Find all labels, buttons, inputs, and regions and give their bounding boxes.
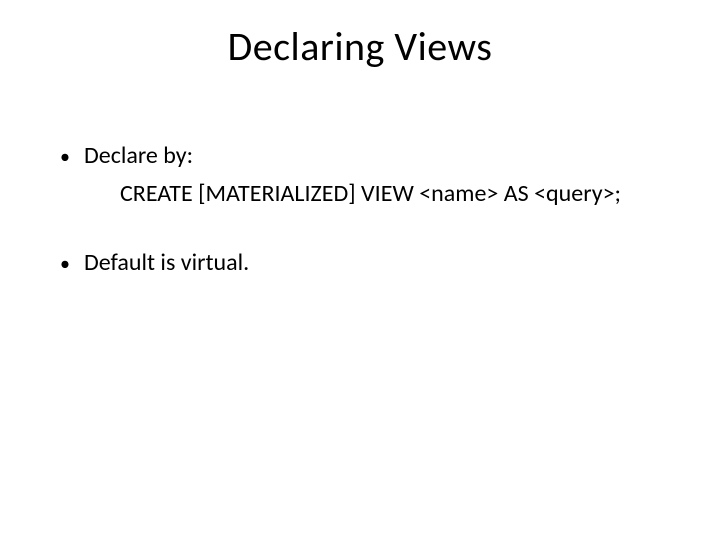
bullet-text: Default is virtual. [84, 247, 680, 279]
slide-title: Declaring Views [0, 22, 720, 71]
spacer [60, 217, 680, 247]
bullet-text: Declare by: [84, 140, 680, 172]
bullet-icon [60, 247, 84, 279]
bullet-item: Declare by: [60, 140, 680, 172]
bullet-item: Default is virtual. [60, 247, 680, 279]
slide: Declaring Views Declare by: CREATE [MATE… [0, 0, 720, 540]
bullet-icon [60, 140, 84, 172]
bullet-subtext: CREATE [MATERIALIZED] VIEW <name> AS <qu… [120, 178, 680, 210]
slide-body: Declare by: CREATE [MATERIALIZED] VIEW <… [60, 140, 680, 285]
